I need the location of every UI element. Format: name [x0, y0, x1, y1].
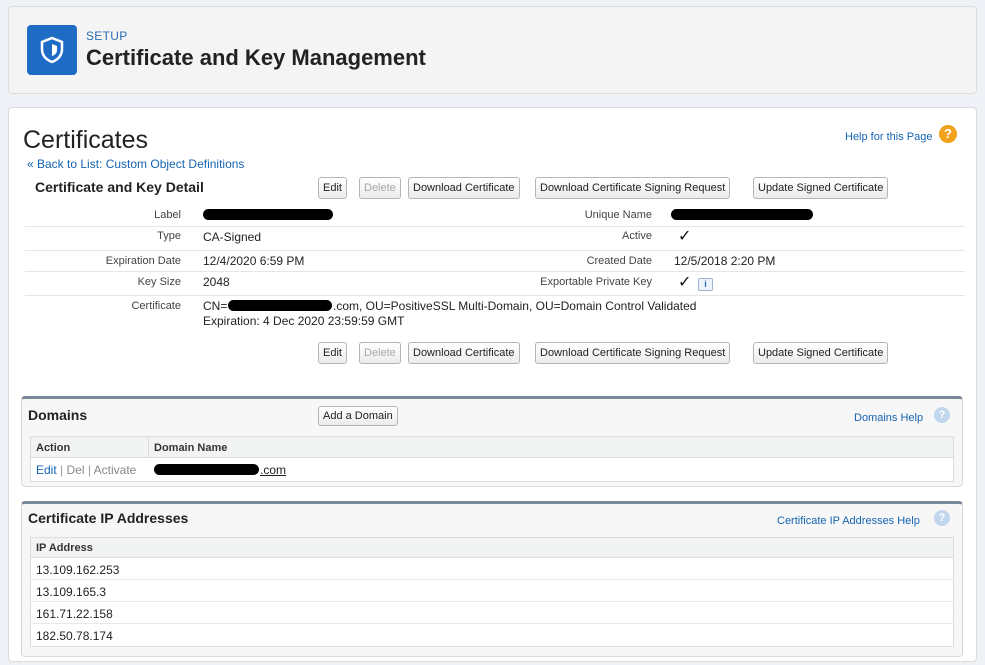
- domains-help-icon[interactable]: ?: [934, 407, 950, 423]
- ip-addresses-help-link[interactable]: Certificate IP Addresses Help: [777, 515, 920, 527]
- certificate-cn-prefix: CN=: [203, 299, 228, 313]
- label-value-redacted: [203, 209, 333, 220]
- action-separator: |: [87, 463, 91, 477]
- edit-button-bottom[interactable]: Edit: [318, 342, 347, 364]
- ip-address-cell: 13.109.165.3: [36, 585, 107, 599]
- download-certificate-button-bottom[interactable]: Download Certificate: [408, 342, 520, 364]
- update-signed-certificate-button-bottom[interactable]: Update Signed Certificate: [753, 342, 889, 364]
- detail-section-title: Certificate and Key Detail: [35, 179, 204, 195]
- key-size-label: Key Size: [137, 276, 181, 288]
- ip-address-cell: 182.50.78.174: [36, 629, 113, 643]
- setup-header: SETUP Certificate and Key Management: [8, 6, 977, 94]
- delete-button-bottom[interactable]: Delete: [359, 342, 401, 364]
- certificate-expiration: Expiration: 4 Dec 2020 23:59:59 GMT: [203, 314, 405, 328]
- unique-name-field-label: Unique Name: [584, 209, 652, 221]
- certificate-field-label: Certificate: [131, 300, 181, 312]
- table-row: 182.50.78.174: [31, 624, 953, 646]
- setup-label: SETUP: [86, 29, 128, 43]
- ip-addresses-panel: Certificate IP Addresses Certificate IP …: [21, 501, 963, 657]
- help-for-page-link[interactable]: Help for this Page: [845, 131, 932, 143]
- activate-domain-link[interactable]: Activate: [94, 463, 137, 477]
- expiration-date-value: 12/4/2020 6:59 PM: [203, 254, 305, 268]
- type-value: CA-Signed: [203, 230, 262, 244]
- action-column-header: Action: [36, 442, 71, 454]
- edit-button[interactable]: Edit: [318, 177, 347, 199]
- table-row: 13.109.162.253: [31, 558, 953, 580]
- delete-button[interactable]: Delete: [359, 177, 401, 199]
- table-row: 161.71.22.158: [31, 602, 953, 624]
- domain-name-redacted[interactable]: [154, 464, 259, 475]
- download-csr-button[interactable]: Download Certificate Signing Request: [535, 177, 731, 199]
- main-content: Certificates Help for this Page ? « Back…: [8, 107, 977, 662]
- ip-address-column-header: IP Address: [36, 542, 93, 554]
- domains-table: Action Domain Name Edit | Del | Activate…: [30, 436, 954, 482]
- created-date-label: Created Date: [586, 255, 652, 267]
- exportable-private-key-label: Exportable Private Key: [540, 276, 652, 288]
- ip-addresses-table: IP Address 13.109.162.253 13.109.165.3 1…: [30, 537, 954, 647]
- info-icon[interactable]: i: [698, 278, 713, 291]
- active-check-icon: ✓: [678, 228, 692, 245]
- ip-addresses-help-icon[interactable]: ?: [934, 510, 950, 526]
- certificate-cn-redacted: [228, 300, 332, 311]
- ip-address-cell: 161.71.22.158: [36, 607, 113, 621]
- certificate-subject: .com, OU=PositiveSSL Multi-Domain, OU=Do…: [333, 299, 697, 313]
- row-divider: [25, 250, 965, 251]
- domain-row-actions: Edit | Del | Activate: [36, 463, 136, 477]
- update-signed-certificate-button[interactable]: Update Signed Certificate: [753, 177, 889, 199]
- domains-panel: Domains Add a Domain Domains Help ? Acti…: [21, 396, 963, 487]
- domains-table-header: Action Domain Name: [31, 437, 953, 458]
- exportable-check-icon: ✓: [678, 274, 692, 291]
- table-row: 13.109.165.3: [31, 580, 953, 602]
- header-title: Certificate and Key Management: [86, 45, 426, 70]
- ip-addresses-title: Certificate IP Addresses: [28, 510, 189, 526]
- row-divider: [25, 295, 965, 296]
- expiration-date-label: Expiration Date: [105, 255, 181, 267]
- created-date-value: 12/5/2018 2:20 PM: [674, 254, 776, 268]
- label-field-label: Label: [154, 209, 181, 221]
- active-field-label: Active: [622, 230, 652, 242]
- domain-name-suffix[interactable]: .com: [260, 463, 286, 477]
- ip-table-header: IP Address: [31, 538, 953, 558]
- domains-title: Domains: [28, 407, 88, 423]
- page-title: Certificates: [23, 126, 149, 154]
- table-row: Edit | Del | Activate .com: [31, 458, 953, 481]
- add-domain-button[interactable]: Add a Domain: [318, 406, 398, 426]
- row-divider: [25, 271, 965, 272]
- help-icon[interactable]: ?: [939, 125, 957, 143]
- unique-name-value-redacted: [671, 209, 813, 220]
- shield-icon: [27, 25, 77, 75]
- key-size-value: 2048: [203, 275, 230, 289]
- edit-domain-link[interactable]: Edit: [36, 463, 57, 477]
- action-separator: |: [60, 463, 64, 477]
- domains-help-link[interactable]: Domains Help: [854, 412, 923, 424]
- domain-name-column-header: Domain Name: [154, 442, 228, 454]
- type-field-label: Type: [157, 230, 181, 242]
- delete-domain-link[interactable]: Del: [67, 463, 85, 477]
- row-divider: [25, 226, 965, 227]
- back-to-list-link[interactable]: « Back to List: Custom Object Definition…: [27, 157, 244, 171]
- download-csr-button-bottom[interactable]: Download Certificate Signing Request: [535, 342, 731, 364]
- download-certificate-button[interactable]: Download Certificate: [408, 177, 520, 199]
- ip-address-cell: 13.109.162.253: [36, 563, 120, 577]
